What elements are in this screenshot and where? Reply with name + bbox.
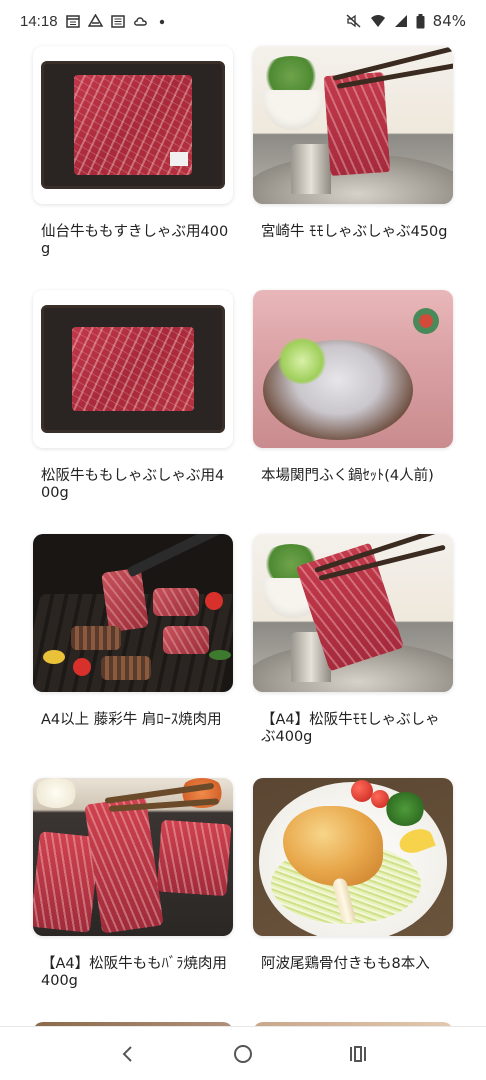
- product-image[interactable]: [253, 778, 453, 936]
- product-image[interactable]: [33, 778, 233, 936]
- cooked-meat-graphic: [101, 656, 151, 680]
- product-name[interactable]: 宮崎牛 ﾓﾓしゃぶしゃぶ450g: [253, 224, 453, 241]
- beef-slice-graphic: [323, 72, 391, 176]
- product-name[interactable]: 松阪牛ももしゃぶしゃぶ用400g: [33, 468, 233, 502]
- back-icon: [122, 1045, 132, 1062]
- product-image[interactable]: [253, 46, 453, 204]
- product-name[interactable]: 阿波尾鶏骨付きもも8本入: [253, 956, 453, 973]
- battery-icon: [416, 13, 425, 28]
- status-bar: 14:18 84%: [0, 0, 486, 42]
- onion-graphic: [33, 778, 79, 808]
- drive-icon: [87, 14, 103, 27]
- price-tag-graphic: [170, 152, 188, 166]
- cloud-icon: [133, 17, 147, 26]
- back-button[interactable]: [108, 1034, 148, 1074]
- pepper-graphic: [43, 650, 65, 664]
- home-button[interactable]: [223, 1034, 263, 1074]
- product-image[interactable]: [253, 290, 453, 448]
- system-nav-bar: [0, 1026, 486, 1080]
- product-name[interactable]: 【A4】松阪牛ももﾊﾞﾗ焼肉用400g: [33, 956, 233, 990]
- product-card[interactable]: 本場関門ふく鍋ｾｯﾄ(4人前): [253, 290, 453, 485]
- pot-chimney-graphic: [291, 144, 331, 194]
- product-card[interactable]: A4以上 藤彩牛 肩ﾛｰｽ焼肉用: [33, 534, 233, 729]
- home-icon: [233, 1044, 252, 1063]
- recents-button[interactable]: [338, 1034, 378, 1074]
- dot-icon: [159, 19, 164, 25]
- product-card[interactable]: 【A4】松阪牛ももﾊﾞﾗ焼肉用400g: [33, 778, 233, 990]
- meat-tray-graphic: [41, 305, 225, 433]
- raw-meat-graphic: [163, 626, 209, 654]
- product-card[interactable]: 【A4】松阪牛ﾓﾓしゃぶしゃぶ400g: [253, 534, 453, 746]
- product-image[interactable]: [253, 534, 453, 692]
- raw-meat-graphic: [101, 567, 149, 633]
- signal-icon: [394, 15, 407, 27]
- vegetables-graphic: [277, 338, 327, 384]
- product-name[interactable]: A4以上 藤彩牛 肩ﾛｰｽ焼肉用: [33, 712, 233, 729]
- product-card[interactable]: 阿波尾鶏骨付きもも8本入: [253, 778, 453, 973]
- product-name[interactable]: 【A4】松阪牛ﾓﾓしゃぶしゃぶ400g: [253, 712, 453, 746]
- recents-icon: [350, 1045, 367, 1062]
- beef-slice-graphic: [156, 819, 232, 897]
- beef-slices-graphic: [72, 327, 194, 411]
- product-card[interactable]: 宮崎牛 ﾓﾓしゃぶしゃぶ450g: [253, 46, 453, 241]
- status-bar-left: 14:18: [20, 13, 167, 30]
- emblem-graphic: [413, 308, 439, 334]
- beef-slice-graphic: [84, 796, 164, 934]
- raw-meat-graphic: [153, 588, 199, 616]
- news-icon: [110, 15, 125, 28]
- product-card[interactable]: 松阪牛ももしゃぶしゃぶ用400g: [33, 290, 233, 502]
- pepper-graphic: [73, 658, 91, 676]
- bowl-graphic: [263, 90, 323, 130]
- product-image[interactable]: [33, 46, 233, 204]
- product-card[interactable]: 仙台牛ももすきしゃぶ用400g: [33, 46, 233, 258]
- vegetable-graphic: [209, 650, 231, 660]
- status-time: 14:18: [20, 12, 58, 30]
- status-bar-right: 84%: [346, 12, 466, 30]
- battery-percent: 84%: [432, 12, 466, 30]
- tongs-graphic: [126, 534, 233, 578]
- calendar-icon: [65, 15, 80, 28]
- product-name[interactable]: 本場関門ふく鍋ｾｯﾄ(4人前): [253, 468, 453, 485]
- product-image[interactable]: [33, 290, 233, 448]
- cooked-meat-graphic: [71, 626, 121, 650]
- mute-icon: [346, 14, 361, 28]
- tomato-graphic: [205, 592, 223, 610]
- product-image[interactable]: [33, 534, 233, 692]
- tomato-graphic: [351, 780, 373, 802]
- wifi-icon: [370, 15, 385, 27]
- meat-tray-graphic: [41, 61, 225, 189]
- product-name[interactable]: 仙台牛ももすきしゃぶ用400g: [33, 224, 233, 258]
- broccoli-graphic: [385, 792, 425, 826]
